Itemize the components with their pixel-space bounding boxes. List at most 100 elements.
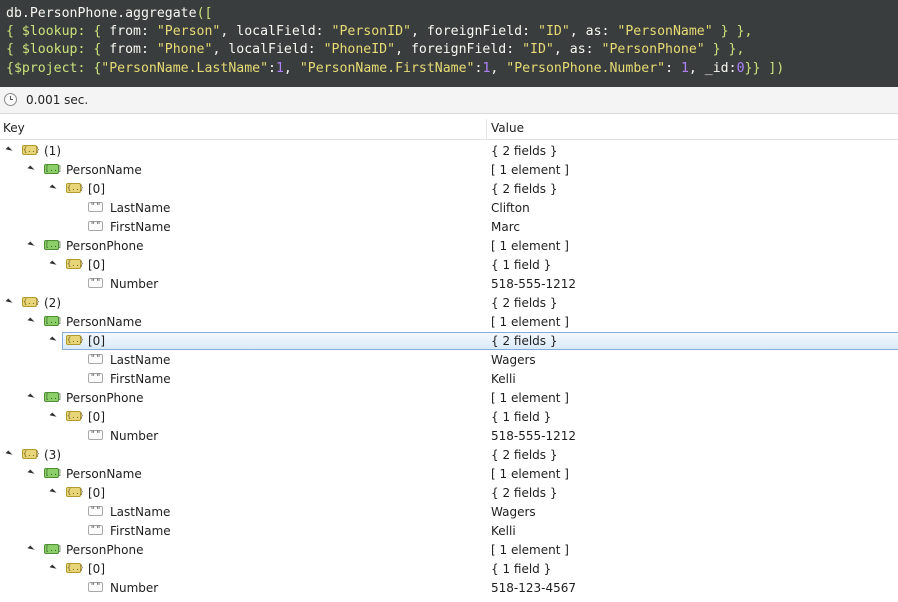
column-header-key[interactable]: Key bbox=[3, 121, 25, 135]
query-editor[interactable]: db.PersonPhone.aggregate([{ $lookup: { f… bbox=[0, 0, 898, 87]
tree-row[interactable]: [..] PersonName [ 1 element ] bbox=[0, 161, 898, 180]
tree-row[interactable]: "" Number 518-555-1212 bbox=[0, 275, 898, 294]
tree-row[interactable]: "" LastName Clifton bbox=[0, 199, 898, 218]
code-token: , localField: bbox=[212, 42, 324, 58]
array-icon: [..] bbox=[44, 164, 62, 174]
tree-value: [ 1 element ] bbox=[491, 543, 569, 557]
expand-arrow-icon[interactable] bbox=[49, 488, 57, 496]
expand-arrow-icon[interactable] bbox=[49, 336, 57, 344]
tree-value: { 1 field } bbox=[491, 562, 552, 576]
code-token: db.PersonPhone.aggregate bbox=[6, 6, 197, 21]
expand-arrow-icon[interactable] bbox=[27, 545, 35, 553]
tree-key: FirstName bbox=[110, 220, 171, 234]
tree-row[interactable]: [..] PersonPhone [ 1 element ] bbox=[0, 389, 898, 408]
tree-value: Wagers bbox=[491, 353, 536, 367]
column-divider[interactable] bbox=[486, 119, 487, 139]
tree-row[interactable]: "" Number 518-555-1212 bbox=[0, 427, 898, 446]
tree-key: FirstName bbox=[110, 524, 171, 538]
tree-key: LastName bbox=[110, 353, 171, 367]
tree-row[interactable]: [..] PersonPhone [ 1 element ] bbox=[0, 237, 898, 256]
tree-value: { 2 fields } bbox=[491, 448, 558, 462]
string-icon: "" bbox=[88, 373, 103, 383]
tree-row[interactable]: "" LastName Wagers bbox=[0, 351, 898, 370]
code-token: 0 bbox=[736, 60, 745, 76]
tree-row[interactable]: {..} [0] { 2 fields } bbox=[0, 180, 898, 199]
expand-arrow-icon[interactable] bbox=[27, 469, 35, 477]
code-token: , localField: bbox=[220, 24, 332, 40]
tree-row[interactable]: {..} (3) { 2 fields } bbox=[0, 446, 898, 465]
tree-value: [ 1 element ] bbox=[491, 467, 569, 481]
status-bar: 0.001 sec. bbox=[0, 87, 898, 114]
tree-value: 518-555-1212 bbox=[491, 277, 577, 291]
string-icon: "" bbox=[88, 525, 103, 535]
tree-row[interactable]: [..] PersonName [ 1 element ] bbox=[0, 465, 898, 484]
tree-key: [0] bbox=[88, 182, 105, 196]
code-token: } }, bbox=[712, 24, 753, 40]
array-icon: [..] bbox=[44, 468, 62, 478]
code-token: , as: bbox=[569, 24, 618, 40]
tree-value: [ 1 element ] bbox=[491, 391, 569, 405]
tree-key: PersonPhone bbox=[66, 391, 144, 405]
tree-key: (2) bbox=[44, 296, 61, 310]
expand-arrow-icon[interactable] bbox=[5, 298, 13, 306]
expand-arrow-icon[interactable] bbox=[49, 260, 57, 268]
object-icon: {..} bbox=[66, 183, 84, 193]
string-icon: "" bbox=[88, 278, 103, 288]
tree-key: [0] bbox=[88, 486, 105, 500]
tree-row[interactable]: [..] PersonName [ 1 element ] bbox=[0, 313, 898, 332]
string-icon: "" bbox=[88, 430, 103, 440]
tree-key: Number bbox=[110, 581, 159, 595]
tree-row[interactable]: {..} (2) { 2 fields } bbox=[0, 294, 898, 313]
code-token: ([ bbox=[196, 6, 213, 21]
expand-arrow-icon[interactable] bbox=[5, 146, 13, 154]
tree-value: { 2 fields } bbox=[491, 296, 558, 310]
code-token: from: bbox=[109, 24, 157, 40]
tree-key: PersonName bbox=[66, 315, 142, 329]
tree-row[interactable]: "" LastName Wagers bbox=[0, 503, 898, 522]
expand-arrow-icon[interactable] bbox=[27, 317, 35, 325]
expand-arrow-icon[interactable] bbox=[49, 412, 57, 420]
code-token: "PersonPhone" bbox=[601, 42, 705, 58]
expand-arrow-icon[interactable] bbox=[49, 184, 57, 192]
editor-line[interactable]: db.PersonPhone.aggregate([ bbox=[6, 5, 898, 23]
expand-arrow-icon[interactable] bbox=[27, 393, 35, 401]
tree-value: { 2 fields } bbox=[491, 486, 558, 500]
tree-row[interactable]: "" FirstName Kelli bbox=[0, 522, 898, 541]
tree-row[interactable]: [..] PersonPhone [ 1 element ] bbox=[0, 541, 898, 560]
code-token: "PersonName.FirstName" bbox=[299, 60, 475, 76]
tree-value: { 2 fields } bbox=[491, 334, 558, 348]
object-icon: {..} bbox=[66, 335, 84, 345]
expand-arrow-icon[interactable] bbox=[49, 564, 57, 572]
tree-row[interactable]: "" FirstName Kelli bbox=[0, 370, 898, 389]
string-icon: "" bbox=[88, 202, 103, 212]
object-icon: {..} bbox=[22, 297, 40, 307]
tree-row[interactable]: {..} [0] { 2 fields } bbox=[0, 484, 898, 503]
tree-row[interactable]: {..} [0] { 1 field } bbox=[0, 256, 898, 275]
editor-line[interactable]: { $lookup: { from: "Phone", localField: … bbox=[6, 41, 898, 59]
expand-arrow-icon[interactable] bbox=[27, 165, 35, 173]
tree-value: Kelli bbox=[491, 372, 516, 386]
results-header: Key Value bbox=[0, 119, 898, 140]
editor-line[interactable]: { $lookup: { from: "Person", localField:… bbox=[6, 23, 898, 41]
expand-arrow-icon[interactable] bbox=[5, 450, 13, 458]
tree-row[interactable]: {..} [0] { 2 fields } bbox=[0, 332, 898, 351]
tree-key: [0] bbox=[88, 258, 105, 272]
column-header-value[interactable]: Value bbox=[491, 121, 524, 135]
code-token: {$project: { bbox=[6, 60, 102, 76]
tree-key: Number bbox=[110, 429, 159, 443]
object-icon: {..} bbox=[22, 145, 40, 155]
code-token: { $lookup: { bbox=[6, 24, 110, 40]
tree-row[interactable]: {..} (1) { 2 fields } bbox=[0, 142, 898, 161]
code-token: }} ]) bbox=[744, 60, 785, 76]
code-token: "PersonPhone.Number" bbox=[506, 60, 666, 76]
code-token: , _id: bbox=[688, 60, 737, 76]
tree-value: 518-123-4567 bbox=[491, 581, 577, 595]
tree-key: FirstName bbox=[110, 372, 171, 386]
string-icon: "" bbox=[88, 354, 103, 364]
tree-row[interactable]: "" Number 518-123-4567 bbox=[0, 579, 898, 598]
editor-line[interactable]: {$project: {"PersonName.LastName":1, "Pe… bbox=[6, 60, 898, 78]
tree-row[interactable]: {..} [0] { 1 field } bbox=[0, 560, 898, 579]
tree-row[interactable]: {..} [0] { 1 field } bbox=[0, 408, 898, 427]
tree-row[interactable]: "" FirstName Marc bbox=[0, 218, 898, 237]
expand-arrow-icon[interactable] bbox=[27, 241, 35, 249]
